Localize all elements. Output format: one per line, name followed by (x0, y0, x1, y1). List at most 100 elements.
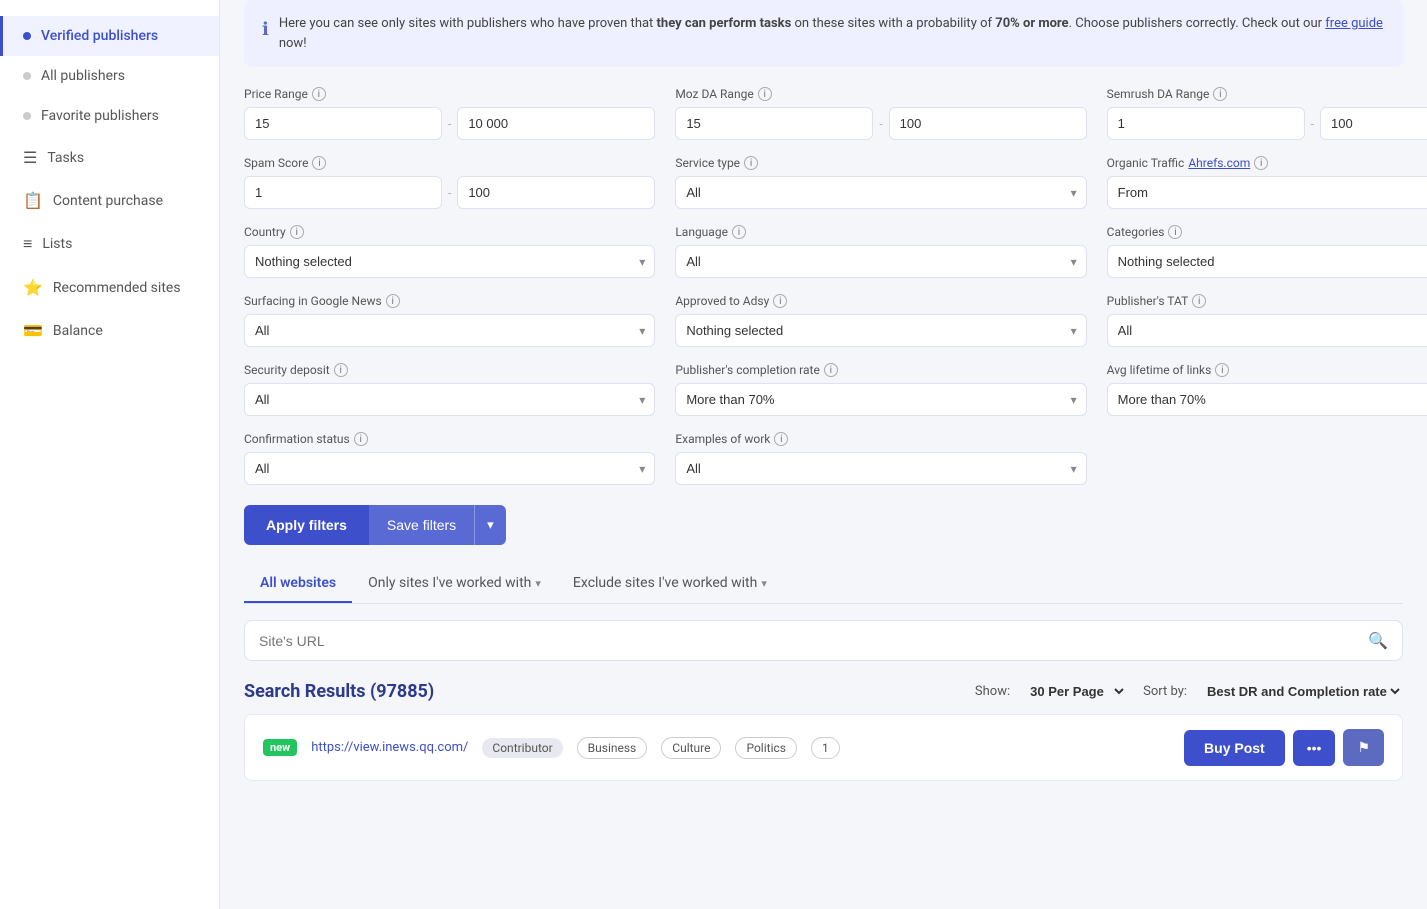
examples-of-work-select[interactable]: All Yes No (675, 452, 1086, 485)
spam-score-min-input[interactable] (244, 176, 442, 209)
flag-button[interactable]: ⚑ (1343, 729, 1384, 766)
tab-only-sites-worked[interactable]: Only sites I've worked with ▾ (352, 565, 557, 603)
apply-filters-button[interactable]: Apply filters (244, 505, 369, 545)
security-deposit-info-icon[interactable]: i (334, 363, 348, 377)
surfacing-google-news-info-icon[interactable]: i (386, 294, 400, 308)
dot-icon (23, 72, 31, 80)
avg-lifetime-links-select[interactable]: All More than 50% More than 70% More tha… (1107, 383, 1427, 416)
range-separator: - (879, 117, 882, 131)
result-item: new https://view.inews.qq.com/ Contribut… (244, 714, 1403, 781)
service-type-info-icon[interactable]: i (744, 156, 758, 170)
chevron-down-icon: ▾ (535, 577, 541, 590)
confirmation-status-label: Confirmation status (244, 432, 350, 446)
semrush-da-max-input[interactable] (1320, 107, 1427, 140)
moz-da-info-icon[interactable]: i (758, 87, 772, 101)
result-actions: Buy Post ••• ⚑ (1184, 729, 1384, 766)
website-tabs: All websites Only sites I've worked with… (244, 565, 1403, 604)
sidebar-item-verified-publishers[interactable]: Verified publishers (0, 16, 219, 56)
buy-post-button[interactable]: Buy Post (1184, 730, 1285, 766)
sidebar-item-label: All publishers (41, 68, 125, 84)
language-select[interactable]: All (675, 245, 1086, 278)
filter-buttons: Apply filters Save filters ▾ (244, 505, 1403, 545)
spam-score-label: Spam Score (244, 156, 308, 170)
chevron-down-icon: ▾ (761, 577, 767, 590)
tag-business: Business (577, 737, 648, 759)
sidebar-item-label: Balance (53, 323, 103, 339)
language-info-icon[interactable]: i (732, 225, 746, 239)
surfacing-google-news-label: Surfacing in Google News (244, 294, 382, 308)
examples-of-work-info-icon[interactable]: i (774, 432, 788, 446)
country-info-icon[interactable]: i (290, 225, 304, 239)
avg-lifetime-links-label: Avg lifetime of links (1107, 363, 1212, 377)
categories-info-icon[interactable]: i (1168, 225, 1182, 239)
publishers-completion-rate-select[interactable]: All More than 50% More than 70% More tha… (675, 383, 1086, 416)
approved-adsy-info-icon[interactable]: i (773, 294, 787, 308)
tab-all-websites[interactable]: All websites (244, 565, 352, 603)
sidebar-item-tasks[interactable]: ☰ Tasks (0, 136, 219, 179)
publishers-tat-select[interactable]: All (1107, 314, 1427, 347)
service-type-select[interactable]: All Guest Post Niche Edit (675, 176, 1086, 209)
filter-approved-adsy: Approved to Adsy i Nothing selected ▾ (675, 294, 1086, 347)
ahrefs-link[interactable]: Ahrefs.com (1188, 156, 1250, 170)
sidebar-item-favorite-publishers[interactable]: Favorite publishers (0, 96, 219, 136)
sidebar-item-all-publishers[interactable]: All publishers (0, 56, 219, 96)
filter-country: Country i Nothing selected ▾ (244, 225, 655, 278)
result-url-link[interactable]: https://view.inews.qq.com/ (311, 740, 468, 755)
surfacing-google-news-select[interactable]: All Yes No (244, 314, 655, 347)
avg-lifetime-links-info-icon[interactable]: i (1215, 363, 1229, 377)
price-range-label: Price Range (244, 87, 308, 101)
price-range-info-icon[interactable]: i (312, 87, 326, 101)
filter-security-deposit: Security deposit i All Yes No ▾ (244, 363, 655, 416)
approved-adsy-select[interactable]: Nothing selected (675, 314, 1086, 347)
filter-avg-lifetime-links: Avg lifetime of links i All More than 50… (1107, 363, 1427, 416)
price-range-min-input[interactable] (244, 107, 442, 140)
moz-da-label: Moz DA Range (675, 87, 753, 101)
publishers-completion-rate-info-icon[interactable]: i (824, 363, 838, 377)
filter-confirmation-status: Confirmation status i All ▾ (244, 432, 655, 485)
tab-exclude-sites-worked[interactable]: Exclude sites I've worked with ▾ (557, 565, 783, 603)
spam-score-info-icon[interactable]: i (312, 156, 326, 170)
organic-traffic-info-icon[interactable]: i (1254, 156, 1268, 170)
free-guide-link[interactable]: free guide (1325, 16, 1383, 31)
show-per-page-select[interactable]: 30 Per Page 50 Per Page 100 Per Page (1026, 683, 1127, 700)
more-options-button[interactable]: ••• (1293, 730, 1336, 766)
sort-label: Sort by: (1143, 684, 1187, 699)
publishers-completion-rate-label: Publisher's completion rate (675, 363, 820, 377)
service-type-label: Service type (675, 156, 740, 170)
organic-traffic-select[interactable]: From To From-To (1107, 176, 1427, 209)
spam-score-max-input[interactable] (457, 176, 655, 209)
info-banner: ℹ Here you can see only sites with publi… (244, 0, 1403, 67)
filter-language: Language i All ▾ (675, 225, 1086, 278)
sidebar-item-balance[interactable]: 💳 Balance (0, 309, 219, 352)
filter-publishers-completion-rate: Publisher's completion rate i All More t… (675, 363, 1086, 416)
sort-by-select[interactable]: Best DR and Completion rate Price Low to… (1203, 683, 1403, 700)
sidebar-item-lists[interactable]: ≡ Lists (0, 222, 219, 266)
save-filters-chevron-button[interactable]: ▾ (474, 505, 506, 545)
publishers-tat-info-icon[interactable]: i (1192, 294, 1206, 308)
categories-select[interactable]: Nothing selected (1107, 245, 1427, 278)
sidebar-item-label: Recommended sites (53, 280, 181, 296)
sidebar: Verified publishers All publishers Favor… (0, 0, 220, 909)
semrush-da-min-input[interactable] (1107, 107, 1305, 140)
range-separator: - (1311, 117, 1314, 131)
save-filters-button[interactable]: Save filters (369, 505, 474, 545)
country-label: Country (244, 225, 286, 239)
filter-examples-of-work: Examples of work i All Yes No ▾ (675, 432, 1086, 485)
moz-da-min-input[interactable] (675, 107, 873, 140)
filter-publishers-tat: Publisher's TAT i All ▾ (1107, 294, 1427, 347)
content-purchase-icon: 📋 (23, 191, 43, 210)
confirmation-status-select[interactable]: All (244, 452, 655, 485)
filter-spam-score: Spam Score i - (244, 156, 655, 209)
country-select[interactable]: Nothing selected (244, 245, 655, 278)
moz-da-max-input[interactable] (889, 107, 1087, 140)
url-search-input[interactable] (259, 633, 1368, 649)
tag-politics: Politics (735, 737, 797, 759)
semrush-da-info-icon[interactable]: i (1213, 87, 1227, 101)
price-range-max-input[interactable] (457, 107, 655, 140)
sidebar-item-recommended-sites[interactable]: ⭐ Recommended sites (0, 266, 219, 309)
security-deposit-select[interactable]: All Yes No (244, 383, 655, 416)
lists-icon: ≡ (23, 234, 32, 254)
confirmation-status-info-icon[interactable]: i (354, 432, 368, 446)
sidebar-item-content-purchase[interactable]: 📋 Content purchase (0, 179, 219, 222)
tasks-icon: ☰ (23, 148, 37, 167)
